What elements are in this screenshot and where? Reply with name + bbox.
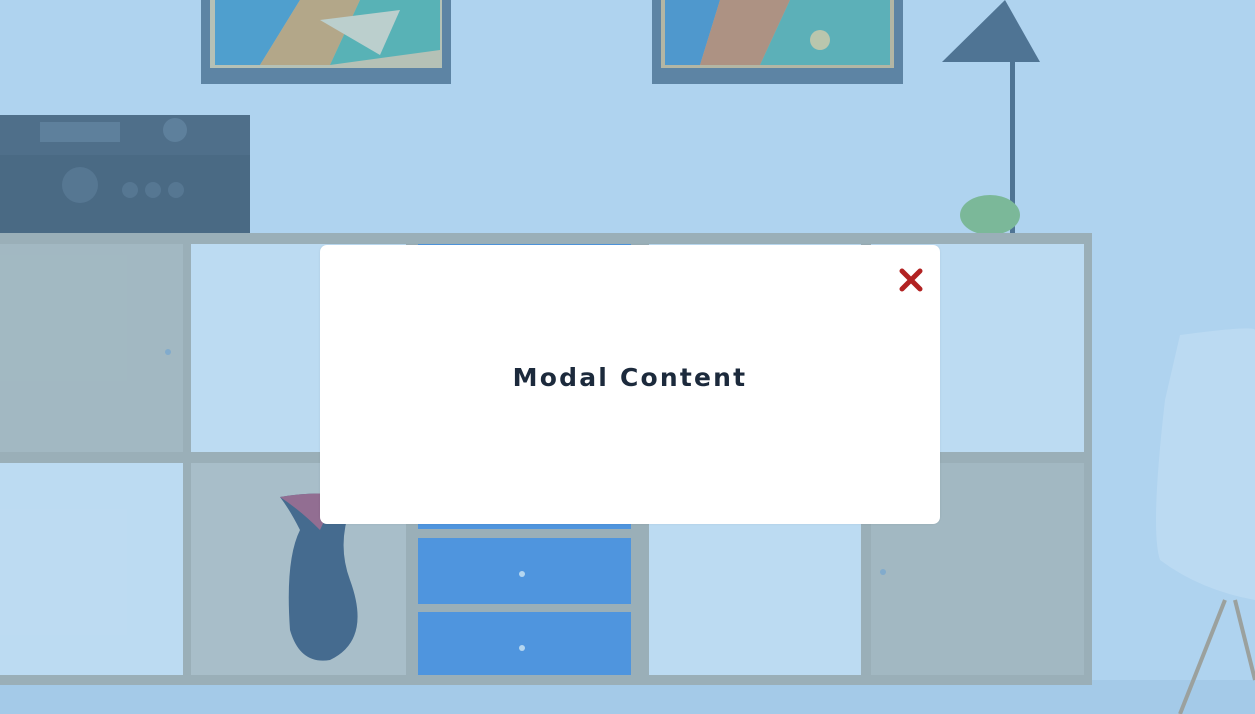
close-icon[interactable] [898,267,924,293]
modal-dialog: Modal Content [320,245,940,524]
modal-title: Modal Content [512,363,748,392]
modal-close-button[interactable] [896,265,926,295]
